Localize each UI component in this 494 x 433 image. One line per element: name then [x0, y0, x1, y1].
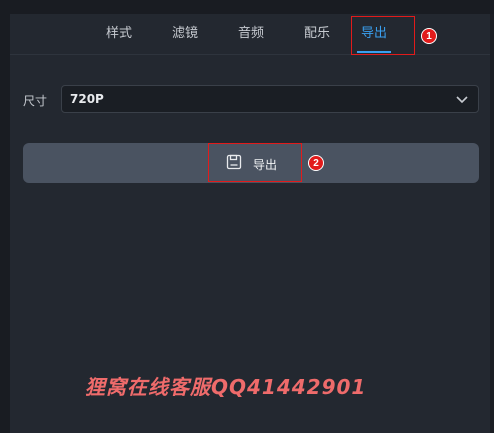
annotation-box-export-tab [351, 16, 415, 55]
tab-audio[interactable]: 音频 [234, 14, 268, 54]
left-strip [0, 14, 10, 433]
top-strip [0, 0, 494, 14]
export-panel: 样式 滤镜 音频 配乐 导出 1 尺寸 720P 导出 2 狸窝在线客服QQ41… [10, 14, 490, 433]
size-label: 尺寸 [23, 94, 48, 108]
size-select-value: 720P [70, 92, 104, 106]
annotation-badge-2: 2 [308, 155, 324, 171]
tab-music[interactable]: 配乐 [300, 14, 334, 54]
right-edge [490, 14, 494, 433]
chevron-down-icon [456, 96, 468, 104]
tab-bar: 样式 滤镜 音频 配乐 导出 [10, 14, 490, 55]
tab-filter[interactable]: 滤镜 [168, 14, 202, 54]
annotation-box-export-button [208, 143, 302, 182]
annotation-badge-1: 1 [421, 28, 437, 44]
tab-style[interactable]: 样式 [102, 14, 136, 54]
size-select[interactable]: 720P [61, 85, 479, 113]
watermark-text: 狸窝在线客服QQ41442901 [85, 375, 367, 399]
